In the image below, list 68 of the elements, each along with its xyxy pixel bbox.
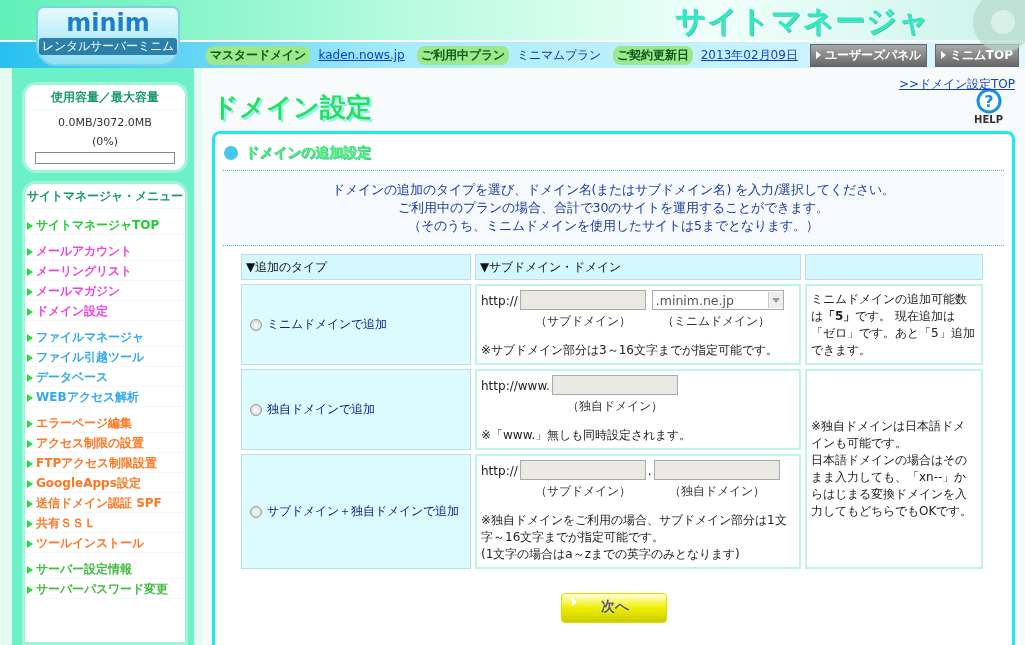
field-caption: （サブドメイン） — [534, 483, 631, 500]
radio-button[interactable] — [250, 505, 262, 518]
menu-item[interactable]: メールアカウント — [27, 243, 183, 261]
dropdown[interactable]: .minim.ne.jp — [651, 290, 784, 310]
url-prefix: http:// — [481, 293, 518, 310]
url-prefix: . — [647, 463, 652, 480]
next-button[interactable]: 次へ — [560, 593, 667, 623]
info-value: ミニマムプラン — [516, 46, 601, 64]
menu-item[interactable]: サーバー設定情報 — [27, 561, 183, 579]
info-label: マスタードメイン — [206, 45, 311, 65]
usage-value: 0.0MB/3072.0MB — [58, 116, 152, 129]
menu-item[interactable]: サーバーパスワード変更 — [27, 581, 183, 599]
option-label[interactable]: サブドメイン＋独自ドメインで追加 — [267, 503, 459, 520]
usage-title: 使用容量／最大容量 — [29, 89, 181, 110]
url-prefix: http://www. — [481, 378, 550, 395]
info-label: ご契約更新日 — [612, 45, 693, 65]
menu-item[interactable]: ツールインストール — [27, 535, 183, 553]
breadcrumb-link[interactable]: >>ドメイン設定TOP — [898, 76, 1015, 93]
menu-title: サイトマネージャ・メニュー — [27, 188, 183, 209]
field-caption: （サブドメイン） — [534, 313, 631, 330]
menu-item[interactable]: ドメイン設定 — [27, 303, 183, 321]
input-field[interactable] — [551, 375, 678, 395]
intro-text: ドメインの追加のタイプを選び、ドメイン名(またはサブドメイン名) を入力/選択してください。 — [330, 181, 897, 199]
hint-text: ※「www.」無しも同時設定されます。 — [481, 427, 693, 444]
column-header: ▼追加のタイプ — [241, 254, 471, 280]
nav-button[interactable]: ユーザーズパネル — [809, 43, 927, 67]
radio-button[interactable] — [250, 403, 262, 416]
site-title: サイトマネージャ — [675, 2, 930, 40]
input-field[interactable] — [519, 290, 646, 310]
field-caption: （独自ドメイン） — [668, 483, 765, 500]
intro-text: （そのうち、ミニムドメインを使用したサイトは5までとなります。） — [407, 217, 820, 235]
menu-item[interactable]: ファイル引越ツール — [27, 349, 183, 367]
menu-item[interactable]: 共有ＳＳＬ — [27, 515, 183, 533]
hint-text: (1文字の場合はa～zまでの英字のみとなります) — [481, 546, 741, 563]
url-prefix: http:// — [481, 463, 518, 480]
menu-item[interactable]: FTPアクセス制限設置 — [27, 455, 183, 473]
usage-percent: (0%) — [91, 135, 118, 148]
menu-item[interactable]: メールマガジン — [27, 283, 183, 301]
bullet-icon — [223, 145, 239, 161]
menu-item[interactable]: アクセス制限の設置 — [27, 435, 183, 453]
section-title: ドメインの追加設定 — [245, 144, 371, 162]
menu-item[interactable]: データベース — [27, 369, 183, 387]
note-text: ミニムドメインの追加可能数は「5」です。 現在追加は「ゼロ」です。あと「5」追加できます。 — [811, 290, 976, 359]
option-label[interactable]: ミニムドメインで追加 — [267, 316, 387, 333]
input-field[interactable] — [519, 460, 646, 480]
menu-item[interactable]: サイトマネージャTOP — [27, 217, 183, 235]
field-caption: （独自ドメイン） — [566, 398, 663, 415]
page-title: ドメイン設定 — [212, 91, 372, 124]
menu-item[interactable]: GoogleApps設定 — [27, 475, 183, 493]
input-field[interactable] — [653, 460, 780, 480]
menu-item[interactable]: ファイルマネージャ — [27, 329, 183, 347]
menu-item[interactable]: メーリングリスト — [27, 263, 183, 281]
menu-item[interactable]: WEBアクセス解析 — [27, 389, 183, 407]
hint-text: ※独自ドメインをご利用の場合、サブドメイン部分は1文字～16文字までが指定可能です。 — [481, 512, 788, 546]
menu-item[interactable]: 送信ドメイン認証 SPF — [27, 495, 183, 513]
intro-text: ご利用中のプランの場合、合計で30のサイトを運用することができます。 — [396, 199, 831, 217]
column-header: ▼サブドメイン・ドメイン — [475, 254, 801, 280]
note-text: ※独自ドメインは日本語ドメインも可能です。 — [811, 418, 967, 452]
logo[interactable]: minim レンタルサーバーミニム — [36, 6, 180, 66]
info-link[interactable]: 2013年02月09日 — [700, 46, 798, 64]
hint-text: ※サブドメイン部分は3～16文字までが指定可能です。 — [481, 342, 779, 359]
note-text: 日本語ドメインの場合はそのまま入力しても、「xn--」からはじまる変換ドメインを入力してもどちらでもOKです。 — [811, 452, 974, 520]
field-caption: （ミニムドメイン） — [661, 313, 770, 330]
radio-button[interactable] — [250, 318, 262, 331]
info-label: ご利用中プラン — [416, 45, 509, 65]
info-link[interactable]: kaden.nows.jp — [318, 48, 405, 62]
menu-item[interactable]: エラーページ編集 — [27, 415, 183, 433]
option-label[interactable]: 独自ドメインで追加 — [267, 401, 375, 418]
